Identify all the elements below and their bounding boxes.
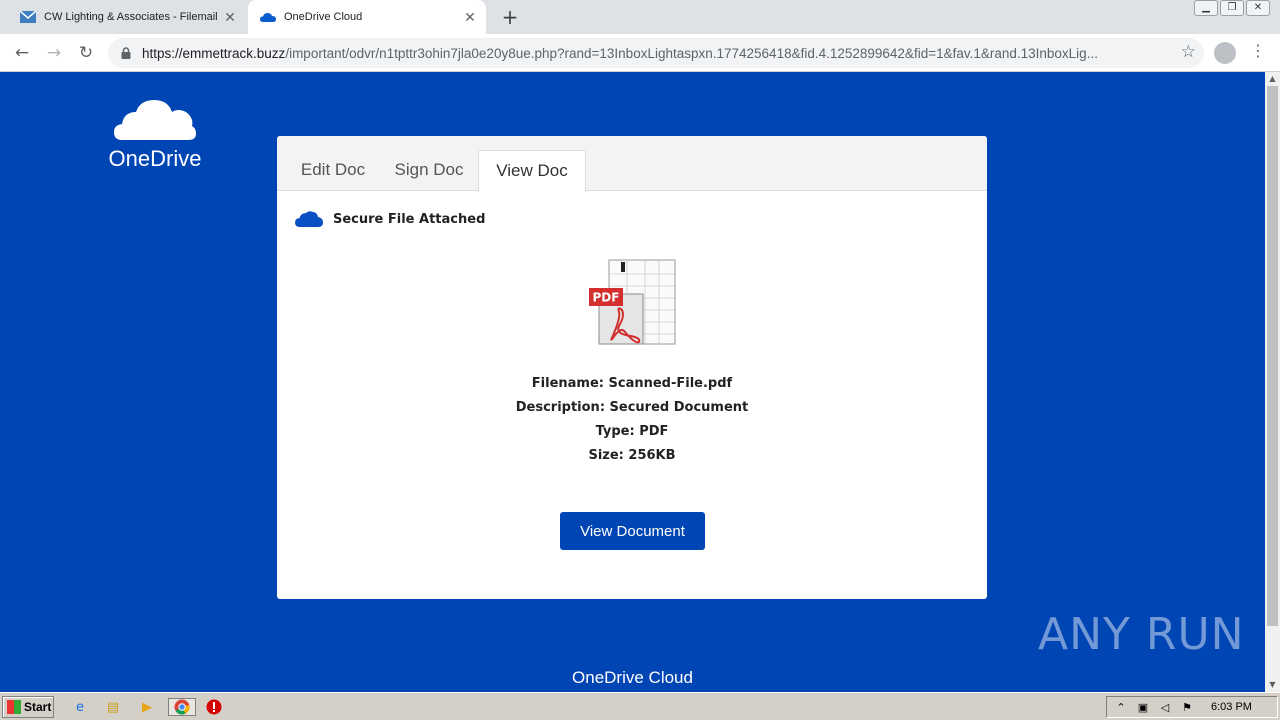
folder-icon[interactable]: ▤ — [103, 698, 123, 716]
onedrive-logo: OneDrive — [100, 94, 210, 174]
url-text: https://emmettrack.buzz/important/odvr/n… — [142, 46, 1162, 61]
start-label: Start — [24, 700, 52, 714]
profile-avatar-icon[interactable] — [1214, 42, 1236, 64]
onedrive-cloud-icon — [114, 100, 196, 140]
media-player-icon[interactable]: ▶ — [137, 698, 157, 716]
page-footer: OneDrive Cloud — [572, 668, 693, 687]
scrollbar-thumb[interactable] — [1267, 86, 1278, 626]
address-bar[interactable]: https://emmettrack.buzz/important/odvr/n… — [108, 38, 1204, 68]
browser-toolbar: ← → ↻ https://emmettrack.buzz/important/… — [0, 34, 1280, 72]
watermark-text: ANY RUN — [1038, 609, 1245, 660]
document-card: Edit Doc Sign Doc View Doc Secure File A… — [277, 136, 987, 599]
pdf-file-icon: PDF — [589, 259, 676, 345]
onedrive-logo-text: OneDrive — [108, 146, 202, 171]
url-host: https://emmettrack.buzz — [142, 45, 286, 61]
anyrun-watermark: ANY RUN — [1038, 609, 1245, 660]
file-info: Filename: Scanned-File.pdf Description: … — [277, 372, 987, 468]
windows-flag-icon — [7, 700, 21, 714]
tray-expand-icon[interactable]: ⌃ — [1113, 701, 1129, 714]
tab-view-doc[interactable]: View Doc — [478, 150, 586, 192]
page-scrollbar[interactable]: ▲ ▼ — [1265, 72, 1280, 692]
clock[interactable]: 6:03 PM — [1211, 701, 1252, 713]
browser-tabstrip: CW Lighting & Associates - Filemail ✕ On… — [0, 0, 1280, 34]
close-tab-icon[interactable]: ✕ — [460, 9, 480, 26]
secure-file-header: Secure File Attached — [295, 210, 485, 228]
scroll-down-icon[interactable]: ▼ — [1265, 678, 1280, 692]
close-window-icon[interactable]: ✕ — [1246, 0, 1270, 16]
forward-arrow-icon[interactable]: → — [42, 41, 66, 65]
reload-icon[interactable]: ↻ — [74, 41, 98, 65]
restore-icon[interactable]: ❐ — [1220, 0, 1244, 16]
stop-icon[interactable] — [204, 698, 224, 716]
close-tab-icon[interactable]: ✕ — [220, 9, 240, 26]
chrome-icon[interactable] — [168, 698, 196, 716]
tab-title: CW Lighting & Associates - Filemail — [44, 11, 218, 23]
filemail-favicon-icon — [20, 9, 36, 25]
internet-explorer-icon[interactable]: e — [70, 698, 90, 716]
bookmark-star-icon[interactable]: ☆ — [1181, 42, 1196, 62]
file-size: Size: 256KB — [588, 448, 676, 463]
back-arrow-icon[interactable]: ← — [10, 41, 34, 65]
url-path: /important/odvr/n1tpttr3ohin7jla0e20y8ue… — [285, 45, 1098, 61]
cloud-icon — [295, 211, 323, 227]
file-description: Description: Secured Document — [515, 400, 749, 415]
system-tray: ⌃ ▣ ◁ ⚑ 6:03 PM — [1106, 696, 1278, 718]
windows-taskbar: Start e ▤ ▶ ⌃ ▣ ◁ ⚑ 6:03 PM — [0, 692, 1280, 720]
lock-icon — [121, 47, 131, 59]
document-tabs: Edit Doc Sign Doc View Doc — [277, 136, 987, 192]
minimize-icon[interactable]: ▁ — [1194, 0, 1218, 16]
tab-edit-doc[interactable]: Edit Doc — [295, 150, 371, 192]
tab-sign-doc[interactable]: Sign Doc — [387, 150, 471, 192]
action-center-flag-icon[interactable]: ⚑ — [1179, 701, 1195, 714]
new-tab-button[interactable]: + — [498, 5, 522, 29]
scroll-up-icon[interactable]: ▲ — [1265, 72, 1280, 86]
file-name: Filename: Scanned-File.pdf — [531, 376, 733, 391]
view-document-button[interactable]: View Document — [560, 512, 705, 550]
volume-icon[interactable]: ◁ — [1157, 701, 1173, 714]
browser-menu-icon[interactable]: ⋮ — [1250, 41, 1266, 60]
window-controls: ▁ ❐ ✕ — [1194, 0, 1270, 16]
network-icon[interactable]: ▣ — [1135, 701, 1151, 714]
browser-tab-filemail[interactable]: CW Lighting & Associates - Filemail ✕ — [8, 0, 246, 34]
tab-title: OneDrive Cloud — [284, 11, 363, 23]
pdf-badge-label: PDF — [593, 291, 620, 305]
start-button[interactable]: Start — [2, 696, 54, 718]
secure-file-label: Secure File Attached — [333, 211, 486, 227]
onedrive-favicon-icon — [260, 9, 276, 25]
browser-tab-onedrive[interactable]: OneDrive Cloud ✕ — [248, 0, 486, 34]
page-content: OneDrive Edit Doc Sign Doc View Doc Secu… — [0, 72, 1265, 692]
file-type: Type: PDF — [595, 424, 669, 439]
